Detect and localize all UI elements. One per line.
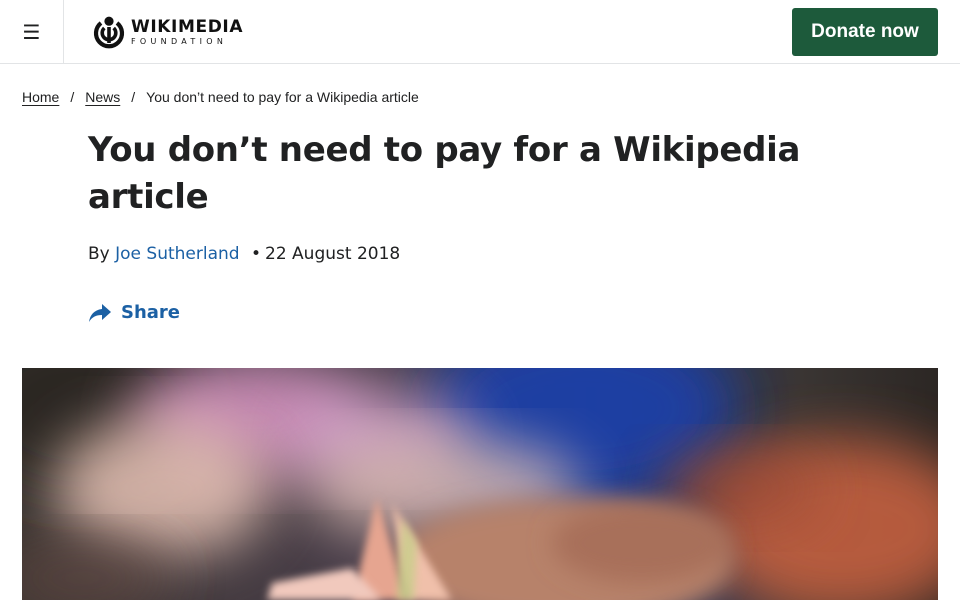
logo-title: WIKIMEDIA bbox=[131, 16, 244, 37]
share-arrow-icon bbox=[89, 304, 111, 322]
author-link[interactable]: Joe Sutherland bbox=[115, 244, 239, 264]
hero-image bbox=[22, 368, 938, 600]
breadcrumb-home-link[interactable]: Home bbox=[22, 88, 59, 106]
byline-prefix: By bbox=[88, 244, 110, 264]
hero-photo bbox=[22, 368, 938, 600]
share-label: Share bbox=[121, 302, 181, 323]
breadcrumb-separator: / bbox=[131, 89, 136, 105]
wikimedia-logo[interactable]: WIKIMEDIA FOUNDATION bbox=[92, 14, 243, 50]
article-date: 22 August 2018 bbox=[265, 244, 401, 264]
breadcrumb-news-link[interactable]: News bbox=[85, 88, 120, 106]
article-title: You don’t need to pay for a Wikipedia ar… bbox=[88, 130, 801, 217]
menu-icon[interactable]: ☰ bbox=[0, 0, 64, 63]
breadcrumb-separator: / bbox=[70, 89, 75, 105]
wikimedia-logo-icon bbox=[93, 16, 125, 49]
site-header: ☰ WIKIMEDIA FOUNDATION Donate now bbox=[0, 0, 960, 64]
breadcrumb-current: You don’t need to pay for a Wikipedia ar… bbox=[146, 89, 419, 105]
article-byline: By Joe Sutherland • 22 August 2018 bbox=[88, 242, 400, 266]
share-button[interactable]: Share bbox=[88, 300, 180, 326]
date-separator: • bbox=[250, 244, 262, 264]
logo-subtitle: FOUNDATION bbox=[131, 36, 228, 46]
donate-button[interactable]: Donate now bbox=[792, 8, 938, 56]
breadcrumb: Home / News / You don’t need to pay for … bbox=[22, 88, 419, 106]
logo-text: WIKIMEDIA FOUNDATION bbox=[131, 18, 243, 47]
